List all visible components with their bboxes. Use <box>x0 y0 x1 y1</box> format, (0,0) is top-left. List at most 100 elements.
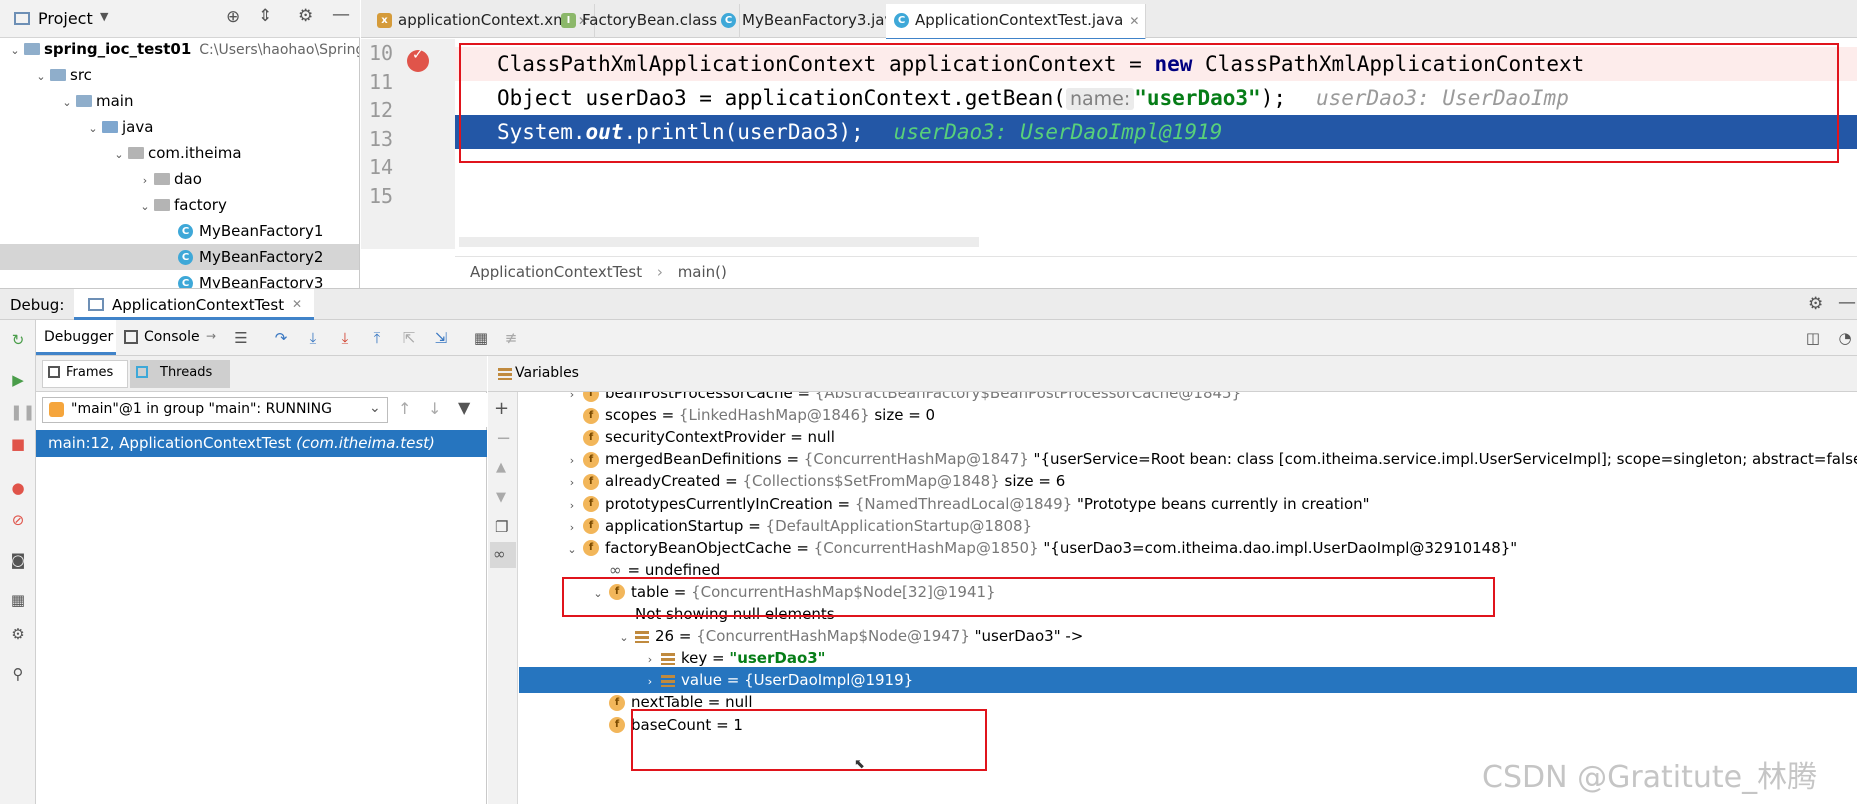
project-title[interactable]: Project <box>38 9 93 28</box>
horizontal-scrollbar[interactable] <box>459 237 979 247</box>
debug-label: Debug: <box>10 296 65 314</box>
drop-frame-icon[interactable]: ⇱ <box>400 329 418 347</box>
file-type-icon: C <box>721 13 736 28</box>
chevron-down-icon[interactable]: ⌄ <box>86 116 100 142</box>
copy-icon[interactable]: ❐ <box>495 518 508 536</box>
pin-icon[interactable]: ⚲ <box>10 666 26 682</box>
variable-name: applicationStartup <box>605 516 744 535</box>
trace-icon[interactable]: ≢ <box>502 329 520 347</box>
breadcrumb-method[interactable]: main() <box>678 263 727 281</box>
mute-breakpoints-icon[interactable]: ⊘ <box>10 512 26 528</box>
variable-row[interactable]: f baseCount = 1 <box>519 712 1857 738</box>
menu-icon[interactable]: ☰ <box>232 329 250 347</box>
code-editor[interactable]: ClassPathXmlApplicationContext applicati… <box>455 39 1857 249</box>
tree-item-label: src <box>70 66 92 84</box>
watch-icon: ∞ <box>609 560 622 579</box>
frame-item-selected[interactable]: main:12, ApplicationContextTest (com.ith… <box>36 430 487 457</box>
tree-item[interactable]: C MyBeanFactory1 <box>0 218 359 244</box>
tree-item[interactable]: ⌄ spring_ioc_test01 C:\Users\haohao\Spring <box>0 36 359 62</box>
arrow-up-icon[interactable]: ↑ <box>398 399 411 418</box>
arrow-down-icon[interactable]: ↓ <box>428 399 441 418</box>
tree-item[interactable]: › dao <box>0 166 359 192</box>
folder-icon <box>128 146 144 159</box>
variable-ref: {DefaultApplicationStartup@1808} <box>765 516 1033 535</box>
force-step-into-icon[interactable]: ⤓ <box>336 329 354 347</box>
chevron-down-icon[interactable]: ⌄ <box>138 194 152 220</box>
step-over-icon[interactable]: ↷ <box>272 329 290 347</box>
debug-toolbar: Debugger Console → ☰ ↷ ⤓ ⤓ ⤒ ⇱ ⇲ ▦ ≢ ◫ ◔ <box>36 320 1857 356</box>
folder-icon <box>154 198 170 211</box>
pause-icon[interactable]: ❚❚ <box>10 404 35 420</box>
field-icon: f <box>583 518 599 535</box>
tree-item[interactable]: ⌄ java <box>0 114 359 140</box>
chevron-down-icon[interactable]: ⌄ <box>34 64 48 90</box>
rerun-icon[interactable]: ↻ <box>10 332 26 348</box>
chevron-down-icon[interactable]: ⌄ <box>8 38 22 64</box>
run-to-cursor-icon[interactable]: ⇲ <box>432 329 450 347</box>
remove-watch-icon[interactable]: − <box>496 428 511 449</box>
tree-item-label: com.itheima <box>148 144 242 162</box>
memory-icon[interactable]: ◫ <box>1804 329 1822 347</box>
settings-icon[interactable]: ⚙ <box>10 626 26 642</box>
variable-value: size = 6 <box>999 472 1066 491</box>
view-breakpoints-icon[interactable]: ● <box>10 480 26 496</box>
resume-icon[interactable]: ▶ <box>10 372 26 388</box>
folder-icon <box>50 68 66 81</box>
filter-icon[interactable]: ▼ <box>458 398 470 417</box>
chevron-down-icon[interactable]: ▼ <box>100 10 108 23</box>
tree-item-label: java <box>122 118 154 136</box>
chevron-down-icon[interactable]: ⌄ <box>112 142 126 168</box>
line-number: 11 <box>369 69 394 94</box>
layout-icon[interactable]: ▦ <box>10 592 26 608</box>
chevron-right-icon[interactable]: › <box>138 168 152 194</box>
field-icon: f <box>583 496 599 512</box>
variable-ref: {ConcurrentHashMap@1850} <box>813 538 1039 557</box>
step-out-icon[interactable]: ⤒ <box>368 329 386 347</box>
entry-icon <box>661 674 675 687</box>
stop-icon[interactable]: ■ <box>10 436 26 452</box>
performance-icon[interactable]: ◔ <box>1836 329 1854 347</box>
equals-sign: = <box>703 693 726 712</box>
mouse-cursor: ⬉ <box>854 757 865 772</box>
move-up-icon[interactable]: ▲ <box>496 460 506 475</box>
variable-name: factoryBeanObjectCache <box>605 538 792 557</box>
editor-tab[interactable]: C ApplicationContextTest.java ✕ <box>886 4 1147 41</box>
class-icon: C <box>178 250 193 265</box>
tree-item[interactable]: ⌄ factory <box>0 192 359 218</box>
breadcrumb: ApplicationContextTest › main() <box>455 256 1857 286</box>
tree-item[interactable]: ⌄ com.itheima <box>0 140 359 166</box>
move-down-icon[interactable]: ▼ <box>496 490 506 505</box>
gear-icon[interactable]: ⚙ <box>298 6 313 26</box>
equals-sign: = <box>792 392 815 402</box>
minimize-icon[interactable]: — <box>332 4 350 25</box>
tree-item[interactable]: C MyBeanFactory3 <box>0 270 359 288</box>
debug-left-toolbar: ↻ ▶ ❚❚ ■ ● ⊘ ◙ ▦ ⚙ ⚲ <box>0 320 36 804</box>
minimize-icon[interactable]: — <box>1838 292 1856 313</box>
field-icon: f <box>583 451 599 468</box>
tab-label: ApplicationContextTest.java <box>915 11 1124 29</box>
console-tab[interactable]: Console <box>144 329 200 345</box>
tree-item-label: main <box>96 92 134 110</box>
chevron-down-icon[interactable]: ⌄ <box>60 90 74 116</box>
variable-ref: {LinkedHashMap@1846} <box>678 406 870 425</box>
evaluate-icon[interactable]: ▦ <box>472 329 490 347</box>
target-icon[interactable]: ⊕ <box>226 7 240 27</box>
collapse-icon[interactable]: ⇕ <box>258 6 272 26</box>
equals-sign: = <box>832 494 855 513</box>
add-watch-icon[interactable]: + <box>494 398 509 419</box>
camera-icon[interactable]: ◙ <box>10 552 26 568</box>
gear-icon[interactable]: ⚙ <box>1808 294 1823 314</box>
variables-side-toolbar: + − ▲ ▼ ❐ ∞ <box>488 392 518 804</box>
project-view-icon <box>14 12 30 25</box>
breadcrumb-class[interactable]: ApplicationContextTest <box>470 263 642 281</box>
step-into-icon[interactable]: ⤓ <box>304 329 322 347</box>
breakpoint-icon[interactable]: ✓ <box>407 47 429 72</box>
tree-item[interactable]: ⌄ src <box>0 62 359 88</box>
debug-session-label[interactable]: ApplicationContextTest <box>112 296 284 314</box>
tree-item[interactable]: ⌄ main <box>0 88 359 114</box>
close-icon[interactable]: ✕ <box>292 297 302 311</box>
restore-layout-icon[interactable]: → <box>206 329 216 343</box>
close-icon[interactable]: ✕ <box>1129 14 1139 28</box>
tree-item[interactable]: C MyBeanFactory2 <box>0 244 359 270</box>
thread-dropdown[interactable]: "main"@1 in group "main": RUNNING ⌄ <box>42 397 388 423</box>
